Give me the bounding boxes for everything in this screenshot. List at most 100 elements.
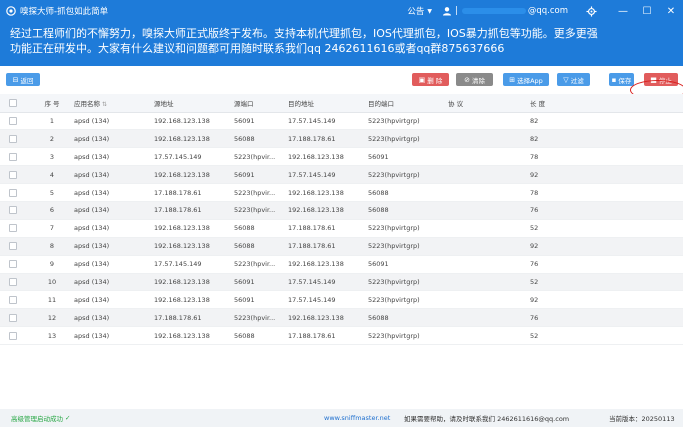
cell-app-name: apsd (134) (74, 201, 154, 220)
cell-length: 92 (530, 290, 683, 310)
select-app-button[interactable]: ⊞ 选择App (503, 73, 549, 86)
back-icon: ⊟ (12, 75, 19, 84)
row-checkbox[interactable] (9, 313, 17, 322)
select-all-checkbox[interactable] (9, 98, 17, 107)
table-row[interactable]: 2 apsd (134) 192.168.123.138 56088 17.188.17… (0, 129, 683, 149)
email-redaction (461, 8, 526, 14)
minimize-button[interactable]: — (611, 6, 635, 17)
row-checkbox[interactable] (9, 242, 17, 251)
row-checkbox[interactable] (9, 152, 17, 161)
table-row[interactable]: 11 apsd (134) 192.168.123.138 56091 17.57.14… (0, 290, 683, 310)
cell-length: 76 (530, 201, 683, 220)
cell-index: 10 (30, 273, 74, 292)
cell-src-port: 56091 (234, 273, 288, 292)
chevron-down-icon[interactable]: ▼ (427, 8, 432, 15)
cell-length: 78 (530, 147, 683, 167)
cell-protocol (448, 237, 530, 256)
help-contact: 如果需要帮助，请及时联系我们 2462611616@qq.com (404, 415, 570, 423)
gear-icon[interactable] (586, 5, 597, 17)
cell-app-name: apsd (134) (74, 129, 154, 149)
cell-src-addr: 192.168.123.138 (154, 112, 234, 131)
delete-button[interactable]: ▣ 删 除 (412, 73, 449, 86)
cell-dst-addr: 17.57.145.149 (288, 290, 368, 310)
cell-protocol (448, 129, 530, 149)
row-checkbox[interactable] (9, 224, 17, 233)
cell-dst-port: 5223(hpvirtgrp) (368, 219, 448, 238)
cell-dst-addr: 17.57.145.149 (288, 165, 368, 185)
sort-icon[interactable]: ⇅ (102, 101, 107, 108)
table-row[interactable]: 8 apsd (134) 192.168.123.138 56088 17.188.17… (0, 237, 683, 256)
table-row[interactable]: 3 apsd (134) 17.57.145.149 5223(hpvir... 192… (0, 147, 683, 167)
maximize-button[interactable]: ☐ (635, 6, 659, 17)
cell-length: 76 (530, 308, 683, 328)
cell-dst-addr: 17.188.178.61 (288, 219, 368, 238)
cell-app-name: apsd (134) (74, 308, 154, 328)
col-protocol: 协 议 (448, 94, 530, 113)
table-row[interactable]: 4 apsd (134) 192.168.123.138 56091 17.57.145… (0, 165, 683, 185)
table-row[interactable]: 10 apsd (134) 192.168.123.138 56091 17.57.14… (0, 273, 683, 292)
table-row[interactable]: 9 apsd (134) 17.57.145.149 5223(hpvir... 192… (0, 255, 683, 274)
cell-protocol (448, 201, 530, 220)
cell-protocol (448, 273, 530, 292)
row-checkbox[interactable] (9, 188, 17, 197)
back-label: 返回 (20, 76, 34, 85)
row-checkbox-cell (0, 308, 30, 328)
cell-index: 12 (30, 308, 74, 328)
email-suffix: @qq.com (527, 6, 568, 16)
row-checkbox[interactable] (9, 206, 17, 215)
row-checkbox[interactable] (9, 134, 17, 143)
row-checkbox-cell (0, 255, 30, 274)
title-separator: | (454, 6, 458, 16)
website-link[interactable]: www.sniffmaster.net (324, 414, 390, 422)
cell-src-addr: 192.168.123.138 (154, 290, 234, 310)
row-checkbox-cell (0, 147, 30, 167)
row-checkbox-cell (0, 273, 30, 292)
table-row[interactable]: 6 apsd (134) 17.188.178.61 5223(hpvir... 192… (0, 201, 683, 220)
row-checkbox[interactable] (9, 277, 17, 286)
table-row[interactable]: 13 apsd (134) 192.168.123.138 56088 17.188.1… (0, 326, 683, 346)
col-app-name[interactable]: 应用名称 ⇅ (74, 94, 154, 113)
packet-table: 序 号 应用名称 ⇅ 源地址 源端口 目的地址 目的端口 协 议 长 度 1 aps… (0, 94, 683, 346)
cell-length: 76 (530, 255, 683, 274)
notice-menu[interactable]: 公告 (407, 5, 424, 17)
cell-src-addr: 192.168.123.138 (154, 129, 234, 149)
user-email[interactable]: @qq.com (461, 6, 568, 16)
trash-icon: ▣ (418, 75, 426, 84)
filter-icon: ▽ (563, 75, 569, 84)
cell-src-port: 56088 (234, 237, 288, 256)
cell-protocol (448, 165, 530, 185)
row-checkbox[interactable] (9, 116, 17, 125)
cell-src-addr: 192.168.123.138 (154, 219, 234, 238)
filter-label: 过滤 (570, 76, 584, 85)
row-checkbox[interactable] (9, 295, 17, 304)
table-row[interactable]: 7 apsd (134) 192.168.123.138 56088 17.188.17… (0, 219, 683, 238)
app-logo-icon (6, 6, 16, 16)
table-row[interactable]: 12 apsd (134) 17.188.178.61 5223(hpvir... 19… (0, 308, 683, 328)
filter-button[interactable]: ▽ 过滤 (557, 73, 590, 86)
cell-length: 92 (530, 165, 683, 185)
col-src-addr: 源地址 (154, 94, 234, 113)
row-checkbox-cell (0, 165, 30, 185)
cell-app-name: apsd (134) (74, 112, 154, 131)
cell-index: 9 (30, 255, 74, 274)
cell-src-addr: 17.57.145.149 (154, 255, 234, 274)
cell-index: 11 (30, 290, 74, 310)
close-button[interactable]: ✕ (659, 6, 683, 17)
cell-protocol (448, 147, 530, 167)
table-row[interactable]: 1 apsd (134) 192.168.123.138 56091 17.57.145… (0, 112, 683, 131)
col-index: 序 号 (30, 94, 74, 113)
clear-button[interactable]: ⊘ 清除 (456, 73, 493, 86)
cell-dst-addr: 192.168.123.138 (288, 308, 368, 328)
row-checkbox[interactable] (9, 170, 17, 179)
status-bar: 高级管理启动成功 ✓ www.sniffmaster.net 如果需要帮助，请及… (0, 409, 683, 427)
row-checkbox[interactable] (9, 260, 17, 269)
table-row[interactable]: 5 apsd (134) 17.188.178.61 5223(hpvir... 192… (0, 183, 683, 202)
back-button[interactable]: ⊟ 返回 (6, 73, 40, 86)
cell-length: 52 (530, 326, 683, 346)
row-checkbox[interactable] (9, 331, 17, 340)
cell-index: 5 (30, 183, 74, 202)
save-button[interactable]: ▪ 保存 (609, 73, 634, 86)
cell-dst-addr: 17.57.145.149 (288, 273, 368, 292)
cell-src-addr: 192.168.123.138 (154, 237, 234, 256)
title-bar: 嗅探大师-抓包如此简单 公告 ▼ | @qq.com — ☐ ✕ (0, 0, 683, 22)
